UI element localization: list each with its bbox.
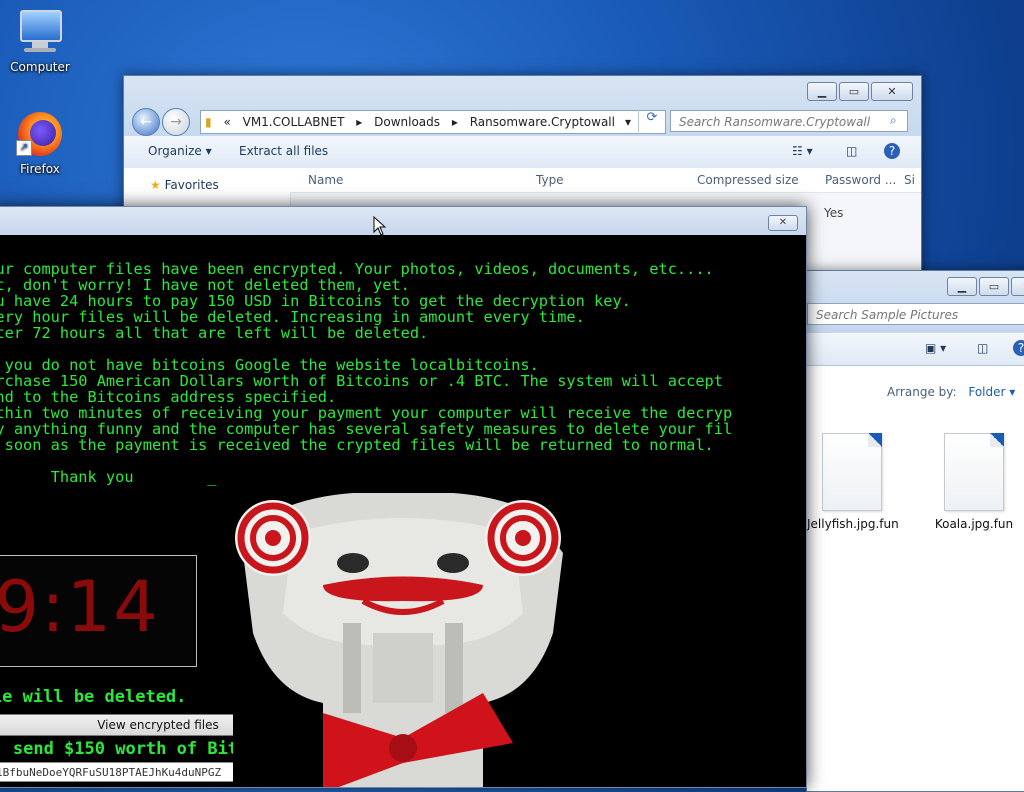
search-icon: ⌕: [890, 113, 897, 127]
extract-all-button[interactable]: Extract all files: [239, 144, 328, 158]
help-icon[interactable]: ?: [884, 143, 900, 159]
firefox-icon: ↗: [16, 110, 64, 158]
ransom-message-line: Purchase 150 American Dollars worth of B…: [0, 372, 723, 390]
forward-button[interactable]: →: [162, 108, 190, 136]
ransom-message-line: [0, 341, 732, 357]
folder-icon: ▮: [205, 115, 212, 129]
desktop-icon-computer[interactable]: Computer: [0, 8, 80, 74]
help-icon[interactable]: ?: [1013, 340, 1024, 356]
column-compressed-size[interactable]: Compressed size: [697, 173, 799, 187]
breadcrumb-item[interactable]: VM1.COLLABNET: [243, 115, 345, 129]
column-header: Name Type Compressed size Password ... S…: [290, 168, 921, 193]
ransom-message-line: Within two minutes of receiving your pay…: [0, 404, 733, 422]
mouse-cursor-icon: [373, 216, 387, 236]
column-password[interactable]: Password ...: [825, 173, 896, 187]
file-list: Jellyfish.jpg.fun Koala.jpg.fun: [807, 431, 1024, 791]
pictures-window: ▁ ▭ ✕ Search Sample Pictures ▣ ▾ ◫ ? Arr…: [806, 270, 1024, 792]
file-item[interactable]: Koala.jpg.fun: [929, 433, 1019, 531]
column-name[interactable]: Name: [308, 173, 343, 187]
minimize-button[interactable]: ▁: [807, 82, 837, 101]
close-button[interactable]: ✕: [768, 215, 798, 231]
view-options-icon[interactable]: ☷ ▾: [792, 144, 813, 158]
chevron-down-icon[interactable]: ▾: [625, 111, 631, 133]
file-item[interactable]: Jellyfish.jpg.fun: [807, 433, 899, 531]
close-button[interactable]: ✕: [1011, 277, 1024, 296]
favorites-item[interactable]: ★ Favorites: [150, 178, 219, 192]
ransom-body: Your computer files have been encrypted.…: [0, 235, 806, 787]
row-password-value: Yes: [824, 206, 844, 220]
breadcrumb-item[interactable]: Ransomware.Cryptowall: [470, 115, 615, 129]
ransom-message-line: Your computer files have been encrypted.…: [0, 260, 714, 278]
refresh-button[interactable]: ⟳: [638, 110, 665, 132]
jigsaw-puppet-image: [233, 493, 573, 787]
command-bar: ▣ ▾ ◫ ?: [807, 333, 1024, 366]
back-button[interactable]: ←: [132, 108, 160, 136]
computer-icon: [16, 8, 64, 56]
organize-button[interactable]: Organize ▾: [148, 144, 212, 158]
desktop-icon-label: Firefox: [20, 162, 60, 176]
ransom-message-line: [0, 453, 732, 469]
ransom-message-line: If you do not have bitcoins Google the w…: [0, 356, 539, 374]
maximize-button[interactable]: ▭: [979, 277, 1009, 296]
window-title-bar[interactable]: ✕: [0, 207, 806, 235]
minimize-button[interactable]: ▁: [947, 277, 977, 296]
view-options-icon[interactable]: ▣ ▾: [925, 341, 946, 355]
countdown-timer: 59:14: [0, 555, 197, 667]
ransom-message-line: As soon as the payment is received the c…: [0, 436, 714, 454]
address-bar[interactable]: ▮ « VM1.COLLABNET ▸ Downloads ▸ Ransomwa…: [200, 110, 666, 134]
chevron-right-icon: ▸: [451, 115, 458, 129]
desktop-icon-firefox[interactable]: ↗ Firefox: [0, 110, 80, 176]
column-type[interactable]: Type: [536, 173, 564, 187]
desktop-icon-label: Computer: [10, 60, 70, 74]
ransom-message-line: Try anything funny and the computer has …: [0, 420, 733, 438]
ransom-message-line: Thank you _: [0, 468, 217, 486]
ransom-message-line: Every hour files will be deleted. Increa…: [0, 308, 585, 326]
ransom-message-line: You have 24 hours to pay 150 USD in Bitc…: [0, 292, 631, 310]
breadcrumb-item[interactable]: Downloads: [374, 115, 440, 129]
file-icon: [944, 433, 1004, 511]
timer-value: 59:14: [0, 566, 160, 648]
ransom-message-line: Send to the Bitcoins address specified.: [0, 388, 337, 406]
chevron-right-icon: ▸: [356, 115, 363, 129]
window-frame: ▁ ▭ ✕ Search Sample Pictures: [807, 271, 1024, 333]
search-input[interactable]: Search Sample Pictures: [807, 303, 1024, 325]
search-input[interactable]: Search Ransomware.Cryptowall: [670, 110, 908, 132]
star-icon: ★: [150, 178, 161, 192]
preview-pane-icon[interactable]: ◫: [977, 341, 988, 355]
ransom-message-line: After 72 hours all that are left will be…: [0, 324, 429, 342]
preview-pane-icon[interactable]: ◫: [846, 144, 857, 158]
close-button[interactable]: ✕: [871, 82, 913, 101]
ransom-window: ✕ Your computer files have been encrypte…: [0, 206, 807, 788]
maximize-button[interactable]: ▭: [839, 82, 869, 101]
shortcut-arrow-icon: ↗: [16, 140, 32, 156]
deletion-warning: A file will be deleted.: [0, 687, 187, 707]
command-bar: Organize ▾ Extract all files ☷ ▾ ◫ ?: [124, 136, 921, 169]
ransom-message: Your computer files have been encrypted.…: [0, 261, 732, 485]
address-prefix: «: [223, 115, 231, 129]
file-icon: [822, 433, 882, 511]
column-size[interactable]: Si: [904, 173, 915, 187]
arrange-by-dropdown[interactable]: Folder ▾: [968, 385, 1015, 399]
ransom-message-line: But, don't worry! I have not deleted the…: [0, 276, 410, 294]
arrange-by: Arrange by: Folder ▾: [887, 385, 1016, 399]
